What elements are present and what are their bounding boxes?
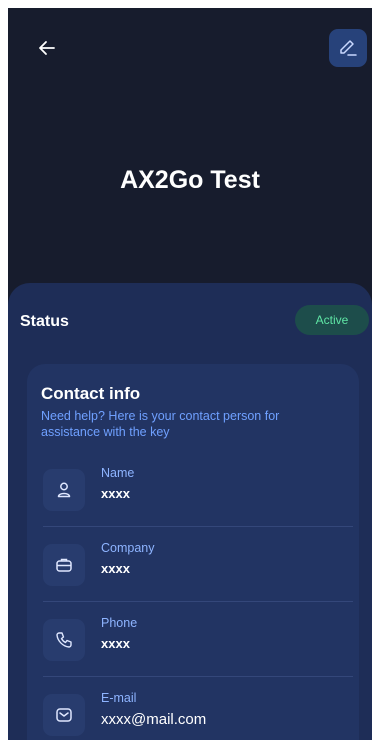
contact-info-subtitle: Need help? Here is your contact person f… [41, 409, 280, 439]
briefcase-icon [56, 558, 72, 572]
contact-row-phone[interactable]: Phone xxxx [27, 616, 359, 676]
phone-icon [56, 632, 72, 648]
pencil-icon [340, 40, 357, 56]
status-badge: Active [295, 305, 369, 335]
email-icon-box [43, 694, 85, 736]
mail-icon [56, 708, 72, 722]
row-label: Name [101, 466, 135, 480]
back-button[interactable] [34, 35, 60, 61]
edit-button[interactable] [329, 29, 367, 67]
divider [43, 676, 353, 677]
row-value: xxxx [101, 636, 130, 651]
row-label: E-mail [101, 691, 137, 705]
row-value: xxxx [101, 561, 130, 576]
row-value: xxxx [101, 486, 130, 501]
row-value: xxxx@mail.com [101, 711, 207, 728]
contact-row-name[interactable]: Name xxxx [27, 466, 359, 526]
app-screen: AX2Go Test Status Active Contact info Ne… [8, 8, 372, 740]
contact-info-card: Contact info Need help? Here is your con… [27, 364, 359, 740]
company-icon-box [43, 544, 85, 586]
phone-icon-box [43, 619, 85, 661]
row-label: Company [101, 541, 155, 555]
person-icon [57, 482, 71, 498]
page-title: AX2Go Test [120, 166, 260, 194]
divider [43, 601, 353, 602]
divider [43, 526, 353, 527]
status-label: Status [20, 313, 69, 330]
contact-row-company[interactable]: Company xxxx [27, 541, 359, 601]
contact-info-title: Contact info [41, 384, 141, 403]
arrow-left-icon [39, 41, 55, 55]
row-label: Phone [101, 616, 138, 630]
contact-row-email[interactable]: E-mail xxxx@mail.com [27, 691, 359, 740]
name-icon-box [43, 469, 85, 511]
details-sheet: Status Active Contact info Need help? He… [8, 283, 372, 740]
